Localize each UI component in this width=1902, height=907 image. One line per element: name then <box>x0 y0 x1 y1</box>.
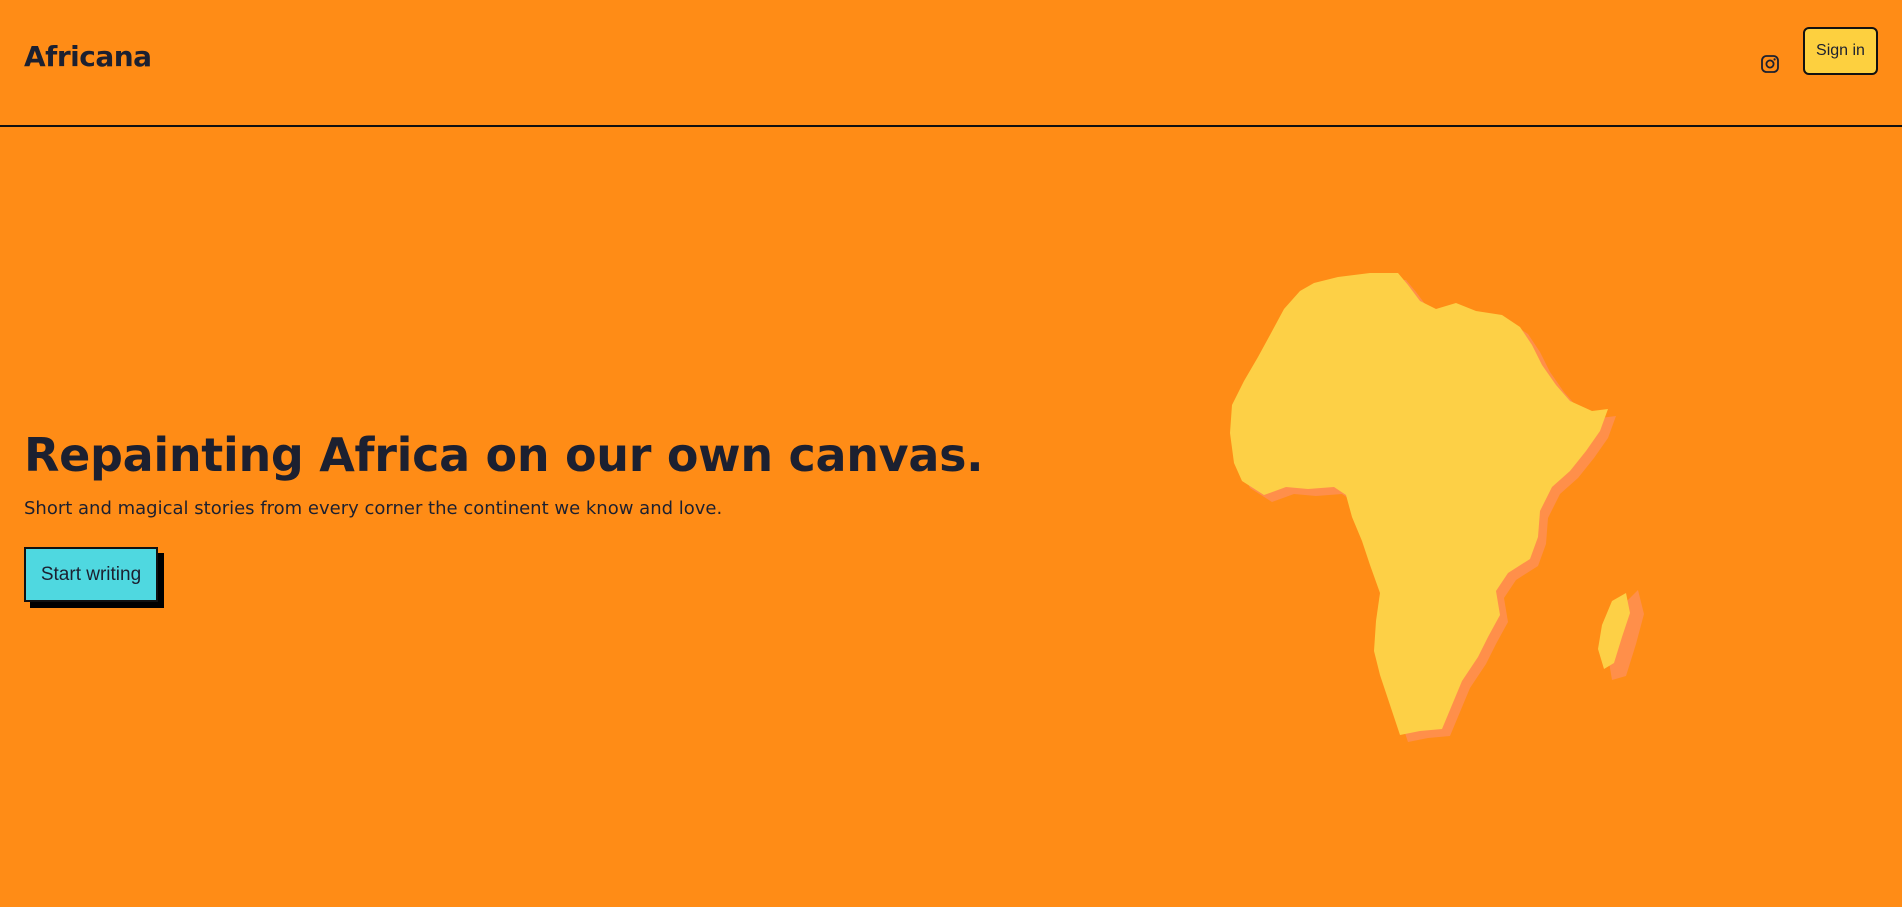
africa-map-fill <box>1230 273 1630 735</box>
start-writing-button[interactable]: Start writing <box>24 547 158 602</box>
instagram-icon[interactable] <box>1760 54 1780 74</box>
africa-map-icon <box>1230 273 1644 742</box>
page: Africana Sign in Repainting Africa on ou… <box>0 0 1902 907</box>
top-navigation-bar: Africana Sign in <box>0 0 1902 127</box>
brand-logo-text[interactable]: Africana <box>24 40 152 73</box>
hero-title: Repainting Africa on our own canvas. <box>24 428 984 482</box>
sign-in-button[interactable]: Sign in <box>1803 27 1878 75</box>
hero-subtitle: Short and magical stories from every cor… <box>24 498 723 519</box>
